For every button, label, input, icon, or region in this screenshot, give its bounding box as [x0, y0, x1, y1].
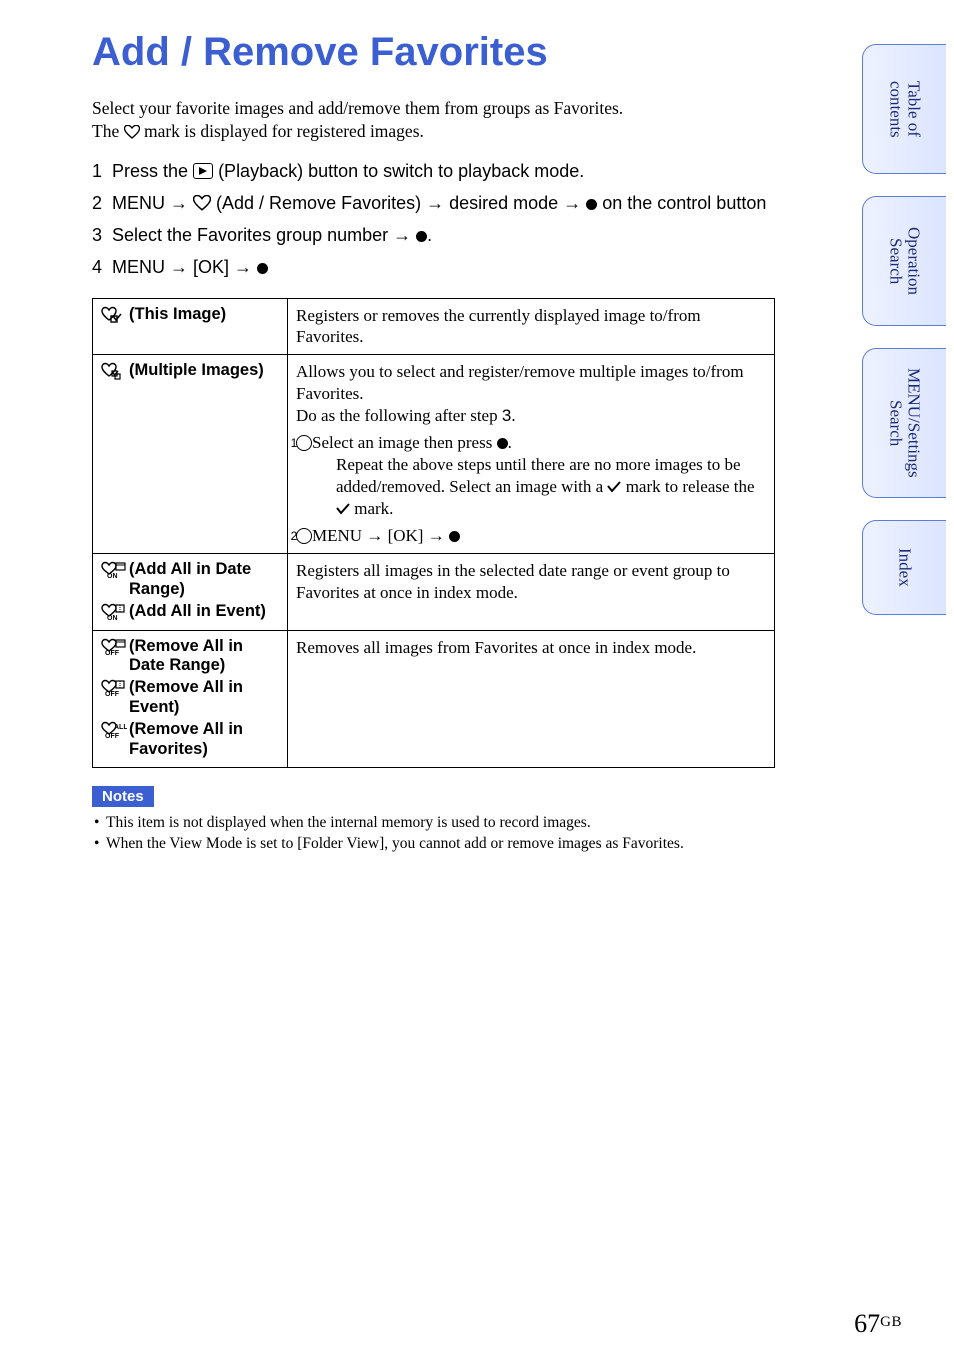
heart-on-event-icon: ON [101, 603, 127, 627]
row4-desc: Removes all images from Favorites at onc… [288, 630, 775, 768]
row2-desc-a: Allows you to select and register/remove… [296, 361, 766, 405]
row2-desc-b-end: . [511, 406, 515, 425]
circled-2-icon: 2 [296, 528, 312, 544]
svg-text:OFF: OFF [105, 691, 120, 697]
step4-text-a: MENU [112, 257, 170, 277]
side-tabs: Table ofcontents OperationSearch MENU/Se… [862, 44, 946, 637]
row3-desc: Registers all images in the selected dat… [288, 554, 775, 630]
svg-text:ON: ON [107, 615, 118, 621]
page-number-suffix: GB [880, 1314, 902, 1330]
row4-label-b: (Remove All in Event) [129, 678, 243, 716]
steps-list: 1 Press the (Playback) button to switch … [92, 159, 775, 280]
center-button-icon [586, 199, 597, 210]
sub1-d: mark to release the [621, 477, 754, 496]
row4-label-c: (Remove All in Favorites) [129, 720, 243, 758]
row1-label: (This Image) [129, 305, 226, 323]
tab-label: Index [896, 548, 914, 587]
step-1: 1 Press the (Playback) button to switch … [92, 159, 775, 183]
svg-text:ON: ON [107, 573, 118, 579]
page-title: Add / Remove Favorites [92, 30, 775, 75]
heart-icon [193, 193, 216, 213]
page-number-value: 67 [854, 1309, 880, 1338]
heart-off-date-icon: OFF [101, 638, 127, 662]
intro-line2b: mark is displayed for registered images. [144, 121, 424, 141]
step-number: 2 [92, 191, 112, 215]
table-row: (This Image) Registers or removes the cu… [93, 298, 775, 355]
row4-label-a: (Remove All in Date Range) [129, 637, 243, 675]
center-button-icon [416, 231, 427, 242]
table-row: OFF (Remove All in Date Range) OFF (Remo… [93, 630, 775, 768]
svg-text:OFF: OFF [105, 650, 120, 656]
check-icon [336, 499, 350, 518]
sub1-a: Select an image then press [312, 433, 497, 452]
arrow-icon: → [366, 526, 383, 545]
svg-text:OFF: OFF [105, 733, 120, 739]
tab-label: Table ofcontents [887, 81, 923, 138]
step-3: 3 Select the Favorites group number → . [92, 223, 775, 247]
circled-1-icon: 1 [296, 435, 312, 451]
center-button-icon [497, 438, 508, 449]
playback-icon [193, 163, 213, 179]
step2-text-c: desired mode [449, 193, 563, 213]
row2-desc-b: Do as the following after step [296, 406, 502, 425]
step3-text-b: . [427, 225, 432, 245]
tab-label: OperationSearch [887, 227, 923, 295]
step-2: 2 MENU → (Add / Remove Favorites) → desi… [92, 191, 775, 215]
center-button-icon [257, 263, 268, 274]
check-icon [607, 477, 621, 496]
intro-text: Select your favorite images and add/remo… [92, 97, 775, 145]
row3-label-a: (Add All in Date Range) [129, 560, 251, 598]
heart-off-event-icon: OFF [101, 679, 127, 703]
modes-table: (This Image) Registers or removes the cu… [92, 298, 775, 769]
step1-text-b: (Playback) button to switch to playback … [218, 161, 584, 181]
tab-index[interactable]: Index [862, 520, 946, 615]
step-4: 4 MENU → [OK] → [92, 255, 775, 279]
step-number: 4 [92, 255, 112, 279]
table-row: (Multiple Images) Allows you to select a… [93, 355, 775, 554]
intro-line2a: The [92, 121, 124, 141]
center-button-icon [449, 531, 460, 542]
step2-text-a: MENU [112, 193, 170, 213]
page-number: 67GB [854, 1309, 902, 1339]
heart-this-image-icon [101, 306, 125, 330]
note-item: When the View Mode is set to [Folder Vie… [92, 834, 775, 855]
heart-off-all-icon: ALL OFF [101, 721, 127, 745]
intro-line1: Select your favorite images and add/remo… [92, 98, 623, 118]
row1-desc: Registers or removes the currently displ… [288, 298, 775, 355]
heart-multiple-icon [101, 362, 125, 388]
sub1-b: . [508, 433, 512, 452]
arrow-icon: → [234, 257, 252, 277]
sub1-e: mark. [350, 499, 393, 518]
arrow-icon: → [428, 526, 445, 545]
note-item: This item is not displayed when the inte… [92, 813, 775, 834]
tab-operation-search[interactable]: OperationSearch [862, 196, 946, 326]
row2-label: (Multiple Images) [129, 361, 264, 379]
notes-list: This item is not displayed when the inte… [92, 813, 775, 855]
step3-text-a: Select the Favorites group number [112, 225, 393, 245]
notes-header: Notes [92, 786, 154, 807]
heart-on-date-icon: ON [101, 561, 127, 585]
arrow-icon: → [170, 257, 188, 277]
row3-label-b: (Add All in Event) [129, 602, 266, 620]
sub2-b: [OK] [383, 526, 427, 545]
table-row: ON (Add All in Date Range) ON (Add All i… [93, 554, 775, 630]
sub2-a: MENU [312, 526, 366, 545]
tab-table-of-contents[interactable]: Table ofcontents [862, 44, 946, 174]
svg-text:ALL: ALL [114, 724, 127, 731]
step2-text-d: on the control button [602, 193, 766, 213]
step4-text-b: [OK] [193, 257, 234, 277]
arrow-icon: → [563, 193, 581, 213]
tab-menu-settings-search[interactable]: MENU/SettingsSearch [862, 348, 946, 498]
row2-step-ref: 3 [502, 406, 511, 425]
step-number: 3 [92, 223, 112, 247]
step1-text-a: Press the [112, 161, 193, 181]
step-number: 1 [92, 159, 112, 183]
arrow-icon: → [426, 193, 444, 213]
arrow-icon: → [393, 225, 411, 245]
heart-icon [124, 122, 140, 145]
tab-label: MENU/SettingsSearch [887, 368, 923, 478]
arrow-icon: → [170, 193, 188, 213]
step2-text-b: (Add / Remove Favorites) [216, 193, 426, 213]
